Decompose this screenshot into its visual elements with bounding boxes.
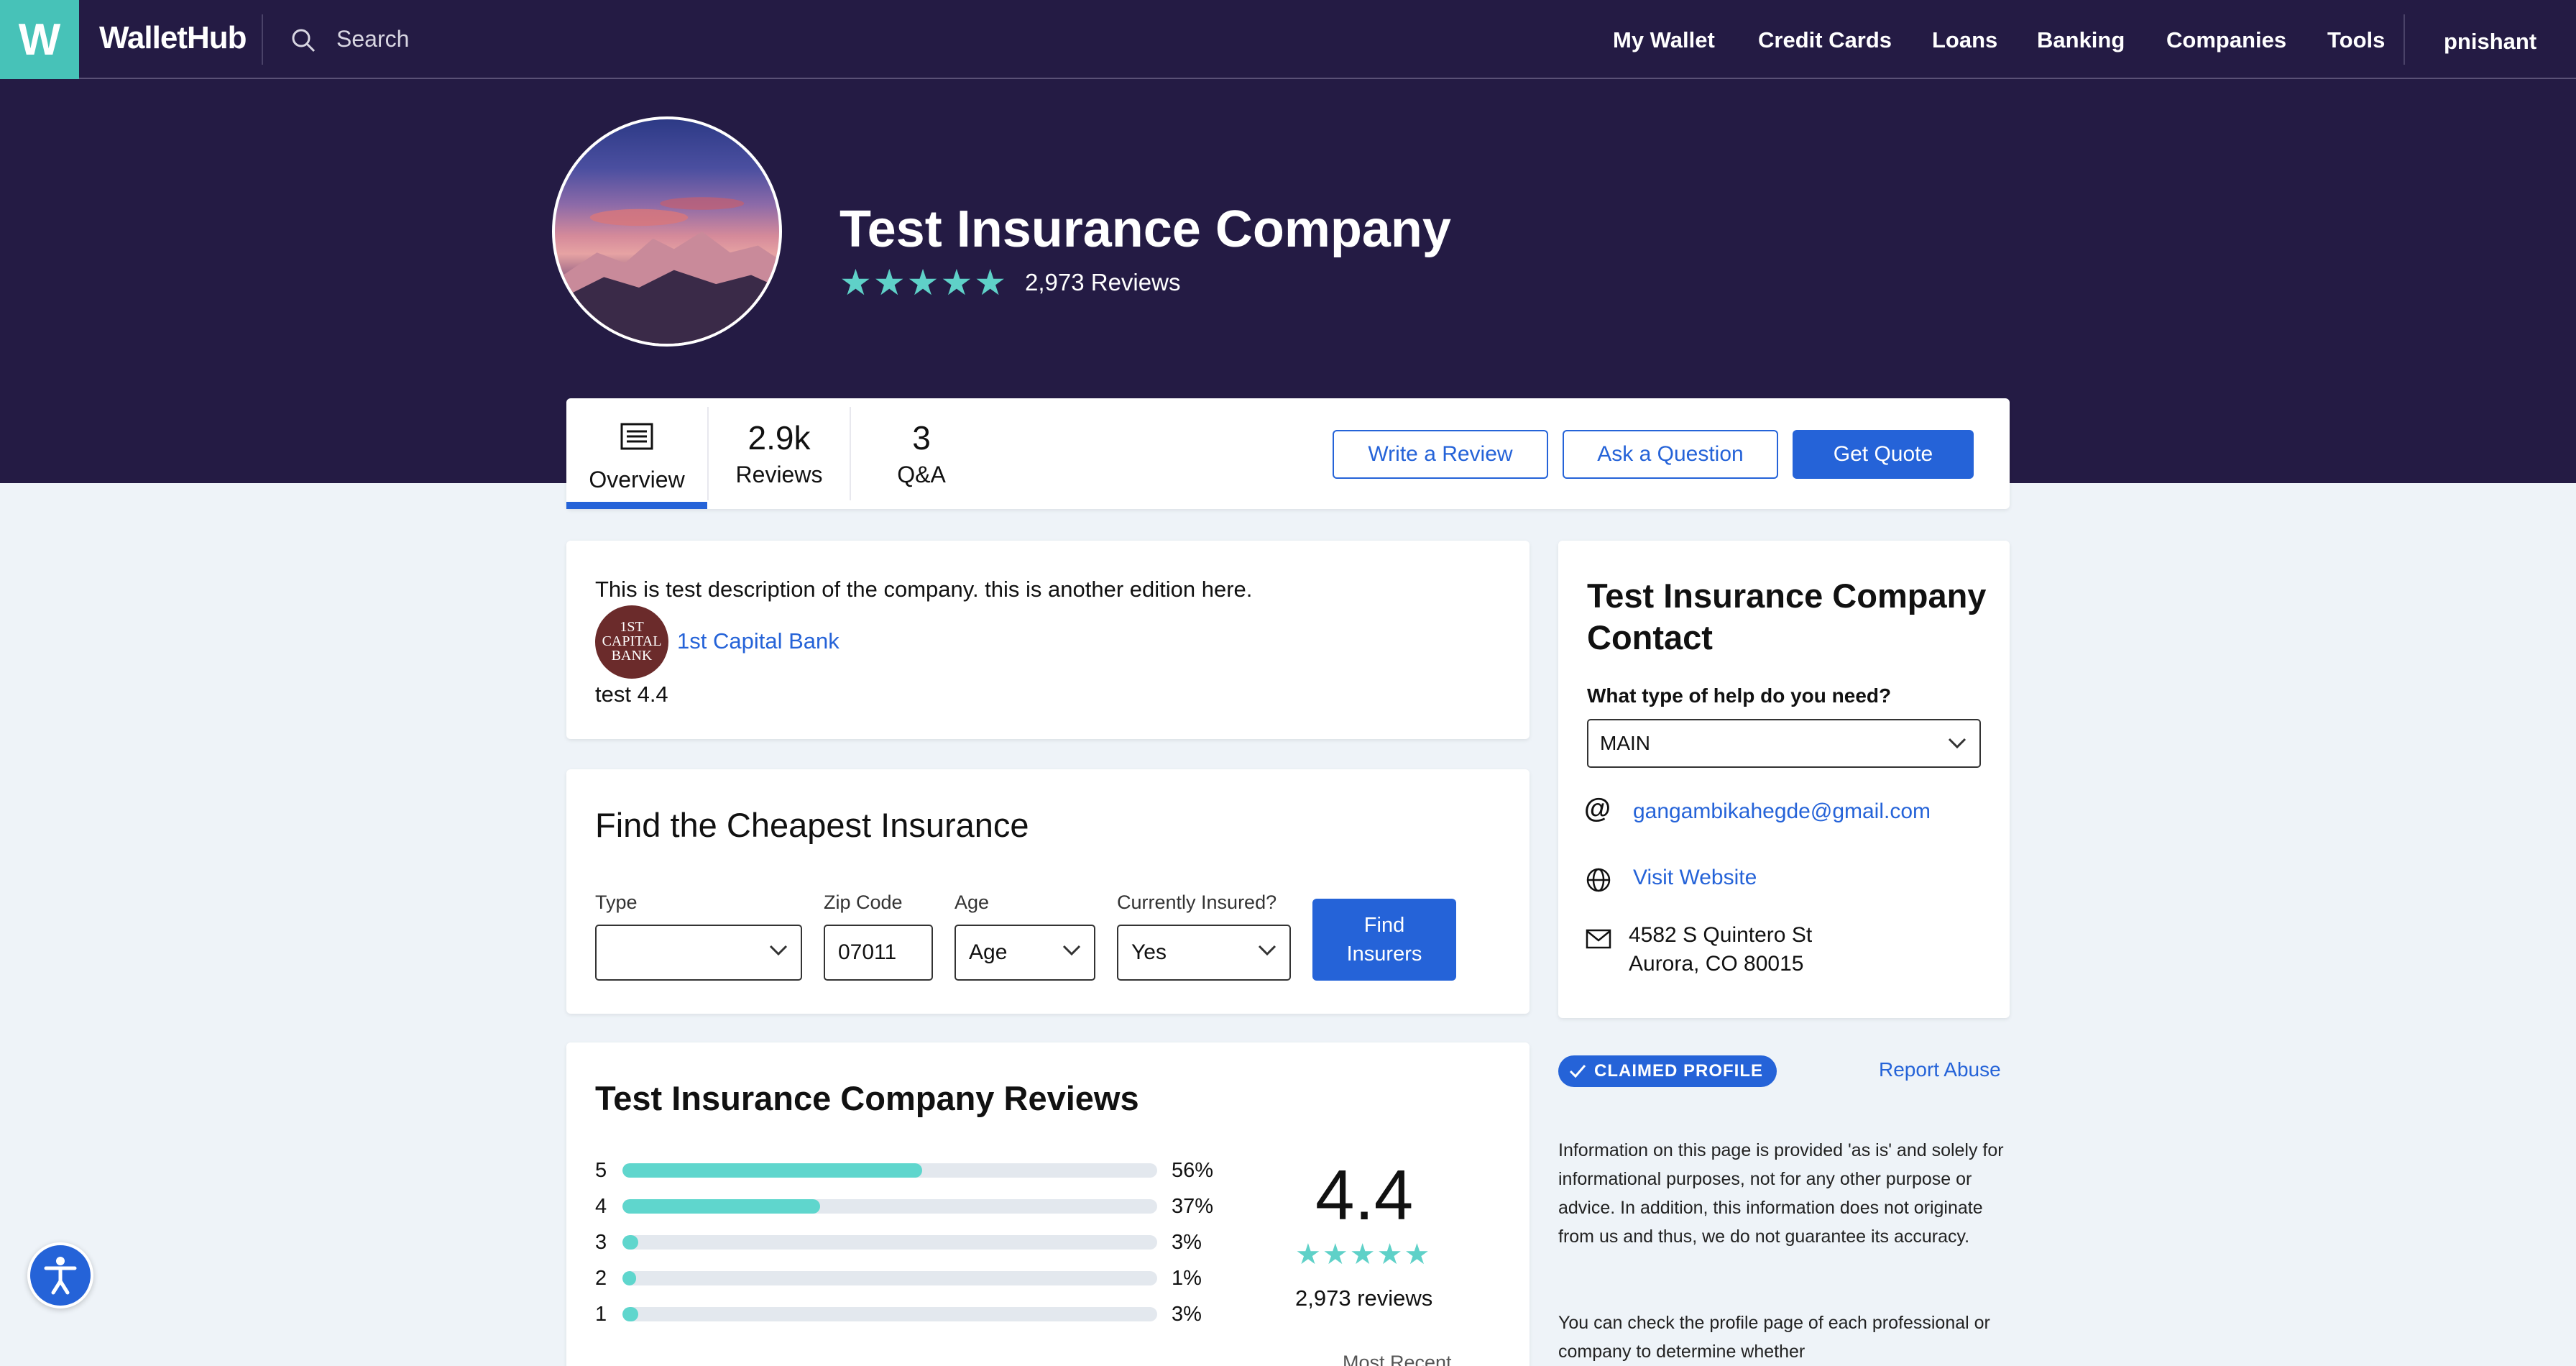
- total-reviews: 2,973 reviews: [1295, 1285, 1433, 1311]
- mountain-image: [555, 197, 779, 344]
- ask-question-button[interactable]: Ask a Question: [1563, 430, 1778, 479]
- reviews-title: Test Insurance Company Reviews: [595, 1079, 1139, 1117]
- check-icon: [1569, 1065, 1586, 1078]
- age-select[interactable]: Age: [954, 925, 1095, 981]
- type-select[interactable]: [595, 925, 802, 981]
- age-label: Age: [954, 891, 990, 913]
- nav-banking[interactable]: Banking: [2037, 27, 2125, 53]
- type-label: Type: [595, 891, 638, 913]
- review-count[interactable]: 2,973 Reviews: [1025, 269, 1180, 296]
- tab-qa-count: 3: [912, 419, 931, 457]
- rating-row-label: 5: [595, 1159, 607, 1182]
- bank-link[interactable]: 1st Capital Bank: [677, 628, 840, 654]
- help-type-label: What type of help do you need?: [1587, 684, 1892, 707]
- tab-overview-label: Overview: [589, 467, 685, 492]
- company-title: Test Insurance Company: [840, 201, 1451, 258]
- nav-divider: [262, 14, 263, 65]
- rating-row-label: 3: [595, 1231, 607, 1254]
- claimed-profile-label: CLAIMED PROFILE: [1594, 1061, 1763, 1081]
- tab-reviews-count: 2.9k: [748, 419, 811, 457]
- claimed-profile-badge[interactable]: CLAIMED PROFILE: [1558, 1055, 1777, 1087]
- user-menu[interactable]: pnishant: [2444, 29, 2536, 55]
- company-avatar: [552, 116, 782, 347]
- rating-bar[interactable]: [622, 1163, 1157, 1178]
- help-type-value: MAIN: [1600, 732, 1650, 754]
- mail-icon: [1586, 929, 1611, 949]
- rating-bar-fill: [622, 1235, 639, 1250]
- rating-percent: 1%: [1172, 1267, 1202, 1290]
- brand-name[interactable]: WalletHub: [99, 20, 247, 56]
- email-link[interactable]: gangambikahegde@gmail.com: [1633, 799, 1931, 824]
- rating-bar[interactable]: [622, 1307, 1157, 1321]
- rating-bar-fill: [622, 1163, 922, 1178]
- report-abuse-link[interactable]: Report Abuse: [1879, 1058, 2001, 1081]
- chevron-down-icon: [1258, 945, 1276, 956]
- wallethub-logo[interactable]: W: [0, 0, 79, 79]
- tab-overview[interactable]: Overview: [566, 398, 707, 509]
- tab-reviews-label: Reviews: [735, 462, 823, 487]
- zip-label: Zip Code: [824, 891, 903, 913]
- insured-label: Currently Insured?: [1117, 891, 1277, 913]
- accessibility-button[interactable]: [27, 1242, 93, 1308]
- nav-my-wallet[interactable]: My Wallet: [1613, 27, 1715, 53]
- tab-qa[interactable]: 3 Q&A: [851, 398, 992, 509]
- zip-input[interactable]: 07011: [824, 925, 933, 981]
- rating-row-label: 1: [595, 1303, 607, 1326]
- average-score: 4.4: [1315, 1155, 1414, 1234]
- rating-row-label: 4: [595, 1195, 607, 1218]
- nav-loans[interactable]: Loans: [1932, 27, 1997, 53]
- rating-bar[interactable]: [622, 1199, 1157, 1214]
- rating-bar-fill: [622, 1271, 636, 1285]
- rating-bar-fill: [622, 1307, 639, 1321]
- rating-row-label: 2: [595, 1267, 607, 1290]
- rating-stars: ★★★★★: [840, 262, 1008, 303]
- bank-logo[interactable]: 1ST CAPITAL BANK: [595, 605, 668, 679]
- write-review-button[interactable]: Write a Review: [1333, 430, 1548, 479]
- rating-bar[interactable]: [622, 1235, 1157, 1250]
- rating-percent: 3%: [1172, 1231, 1202, 1254]
- contact-title: Test Insurance Company Contact: [1587, 577, 1987, 656]
- chevron-down-icon: [1948, 738, 1966, 749]
- company-description: This is test description of the company.…: [595, 577, 1253, 602]
- rating-percent: 3%: [1172, 1303, 1202, 1326]
- average-stars: ★★★★★: [1295, 1239, 1432, 1270]
- email-at-icon: @: [1584, 794, 1611, 824]
- accessibility-icon: [44, 1257, 77, 1295]
- search-icon[interactable]: [289, 26, 318, 55]
- nav-companies[interactable]: Companies: [2166, 27, 2286, 53]
- chevron-down-icon: [1062, 945, 1081, 956]
- find-insurers-label: Find Insurers: [1346, 914, 1422, 966]
- profile-check-text: You can check the profile page of each p…: [1558, 1313, 1990, 1362]
- address-line-1: 4582 S Quintero St: [1629, 923, 1813, 947]
- rating-bar-fill: [622, 1199, 821, 1214]
- rating-percent: 37%: [1172, 1195, 1214, 1218]
- find-insurance-title: Find the Cheapest Insurance: [595, 806, 1029, 844]
- tab-qa-label: Q&A: [897, 462, 946, 487]
- overview-list-icon: [620, 423, 653, 450]
- help-type-select[interactable]: MAIN: [1587, 719, 1981, 768]
- description-note: test 4.4: [595, 682, 668, 707]
- zip-input-value: 07011: [838, 940, 897, 964]
- insured-select[interactable]: Yes: [1117, 925, 1291, 981]
- tab-reviews[interactable]: 2.9k Reviews: [709, 398, 850, 509]
- disclaimer-text: Information on this page is provided 'as…: [1558, 1140, 2004, 1247]
- address-line-2: Aurora, CO 80015: [1629, 952, 1804, 976]
- rating-percent: 56%: [1172, 1159, 1214, 1182]
- nav-tools[interactable]: Tools: [2327, 27, 2385, 53]
- active-tab-indicator: [566, 502, 707, 509]
- rating-bar[interactable]: [622, 1271, 1157, 1285]
- globe-icon: [1586, 868, 1611, 892]
- find-insurers-button[interactable]: Find Insurers: [1312, 899, 1456, 981]
- nav-credit-cards[interactable]: Credit Cards: [1758, 27, 1892, 53]
- profile-tabs-card: Overview 2.9k Reviews 3 Q&A Write a Revi…: [566, 398, 2010, 509]
- get-quote-button[interactable]: Get Quote: [1793, 430, 1974, 479]
- search-input[interactable]: Search: [336, 26, 409, 52]
- insured-select-value: Yes: [1131, 940, 1167, 964]
- chevron-down-icon: [769, 945, 788, 956]
- website-link[interactable]: Visit Website: [1633, 866, 1757, 890]
- age-select-value: Age: [969, 940, 1008, 964]
- nav-divider: [2404, 14, 2405, 65]
- sort-dropdown[interactable]: Most Recent: [1343, 1352, 1452, 1366]
